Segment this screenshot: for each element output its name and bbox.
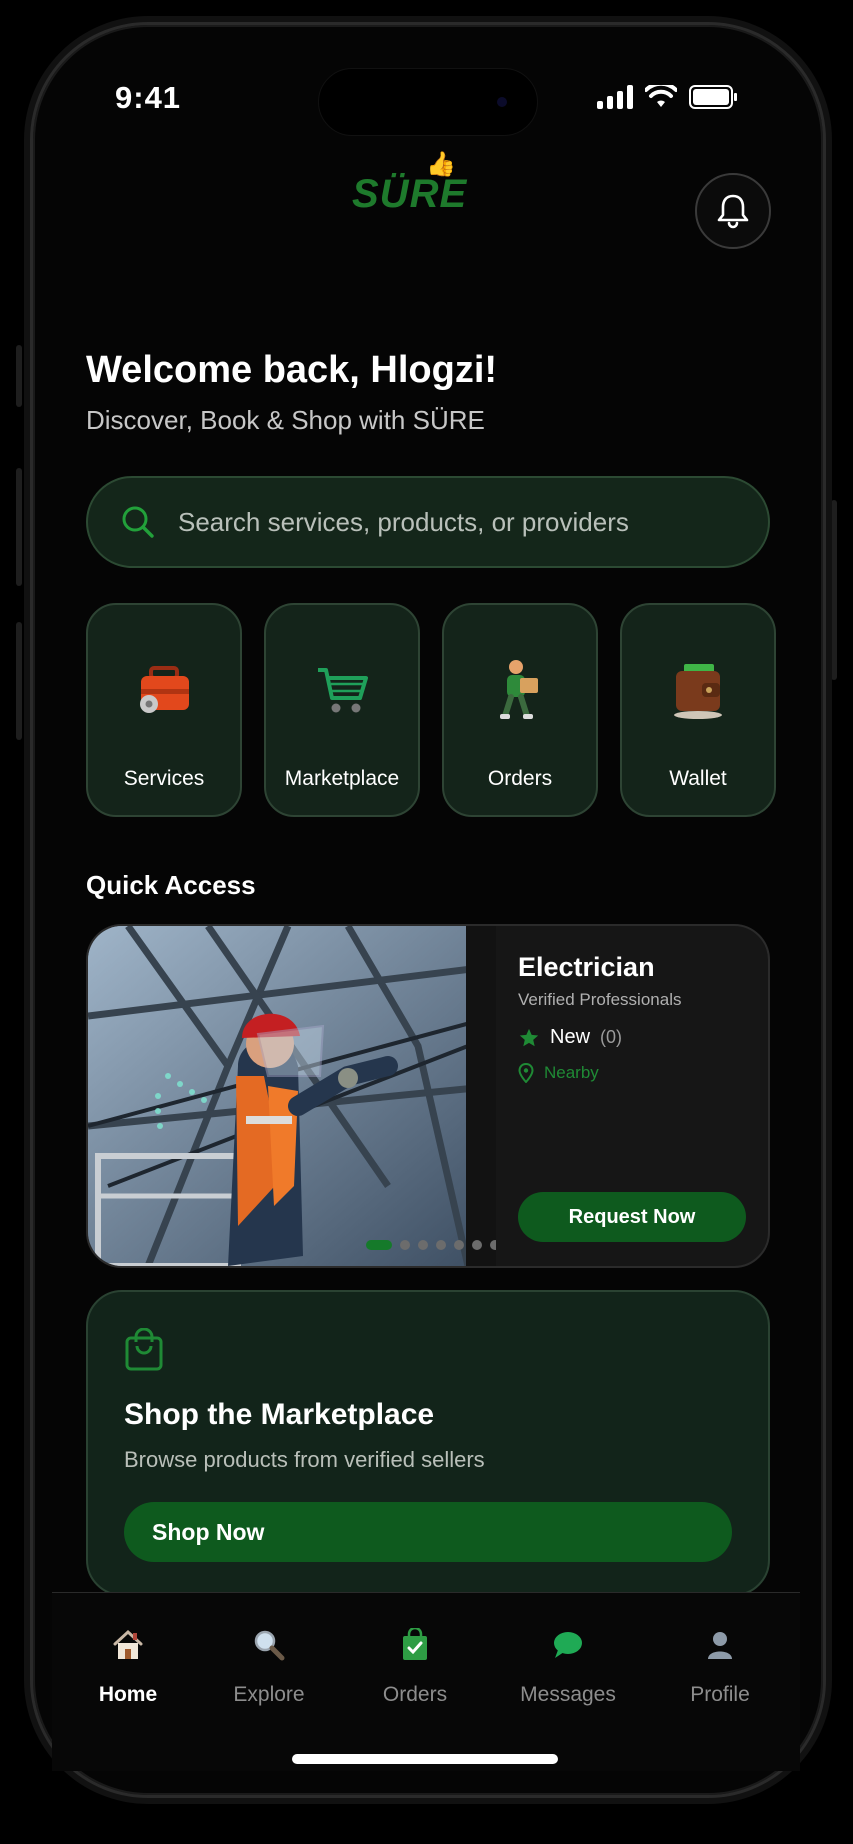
shop-title: Shop the Marketplace	[124, 1398, 435, 1431]
tile-orders[interactable]: Orders	[442, 603, 598, 817]
chat-bubble-icon	[498, 1625, 638, 1665]
camera-dot	[497, 97, 507, 107]
service-location: Nearby	[518, 1063, 599, 1083]
tile-marketplace[interactable]: Marketplace	[264, 603, 420, 817]
tab-label: Messages	[520, 1683, 616, 1706]
status-time: 9:41	[115, 80, 182, 115]
welcome-subtitle: Discover, Book & Shop with SÜRE	[86, 405, 485, 435]
house-icon	[58, 1625, 198, 1665]
carousel-dot[interactable]	[490, 1240, 496, 1250]
carousel-dot[interactable]	[418, 1240, 428, 1250]
carousel-dot[interactable]	[366, 1240, 392, 1250]
rating-label: New	[550, 1026, 591, 1048]
shop-subtitle: Browse products from verified sellers	[124, 1447, 485, 1472]
tab-home[interactable]: Home	[58, 1625, 198, 1707]
tile-wallet[interactable]: Wallet	[620, 603, 776, 817]
star-icon	[519, 1028, 539, 1046]
welcome-title: Welcome back, Hlogzi!	[86, 349, 498, 391]
shopping-cart-icon	[266, 645, 418, 735]
quick-access-title: Quick Access	[86, 870, 256, 900]
rating-count: (0)	[600, 1027, 623, 1047]
tab-label: Profile	[690, 1683, 750, 1706]
carousel-dot[interactable]	[472, 1240, 482, 1250]
dynamic-island	[318, 68, 538, 136]
search-input[interactable]	[176, 505, 740, 539]
service-subtitle: Verified Professionals	[518, 990, 682, 1009]
carousel-dots[interactable]	[366, 1240, 496, 1250]
search-icon	[118, 502, 158, 542]
notification-button[interactable]	[695, 173, 771, 249]
tile-label: Services	[123, 767, 205, 790]
tab-explore[interactable]: Explore	[199, 1625, 339, 1707]
shop-now-button[interactable]: Shop Now	[124, 1502, 732, 1562]
carousel-dot[interactable]	[400, 1240, 410, 1250]
tab-label: Home	[98, 1683, 158, 1706]
thumbs-up-icon: 👍	[426, 151, 457, 178]
tab-label: Explore	[233, 1683, 305, 1706]
tab-label: Orders	[382, 1683, 448, 1706]
wallet-icon	[622, 645, 774, 735]
tab-orders[interactable]: Orders	[345, 1625, 485, 1707]
tile-label: Wallet	[669, 767, 727, 790]
sure-logo: 👍 SÜRE	[352, 151, 467, 217]
action-button[interactable]	[16, 345, 22, 407]
toolbox-icon	[88, 645, 240, 735]
status-icons	[597, 85, 737, 109]
battery-icon	[689, 85, 737, 109]
tab-profile[interactable]: Profile	[650, 1625, 790, 1707]
shopping-bag-icon	[124, 1327, 164, 1377]
magnifier-icon	[199, 1625, 339, 1665]
volume-down-button[interactable]	[16, 622, 22, 740]
person-icon	[650, 1625, 790, 1665]
tile-services[interactable]: Services	[86, 603, 242, 817]
service-rating: New (0)	[518, 1026, 622, 1049]
power-button[interactable]	[831, 500, 837, 680]
shopping-bag-icon	[345, 1625, 485, 1665]
location-label: Nearby	[544, 1063, 599, 1082]
category-tiles: Services Marketplace Orders Wallet	[86, 603, 776, 817]
tab-messages[interactable]: Messages	[498, 1625, 638, 1707]
service-title: Electrician	[518, 952, 655, 982]
home-indicator[interactable]	[292, 1754, 558, 1764]
tab-bar: Home Explore Orders Messages Profile	[52, 1592, 800, 1771]
bell-icon	[717, 194, 749, 229]
tile-label: Marketplace	[284, 767, 400, 790]
tile-label: Orders	[487, 767, 553, 790]
search-bar[interactable]	[86, 476, 770, 568]
electrician-photo	[88, 926, 496, 1266]
volume-up-button[interactable]	[16, 468, 22, 586]
signal-icon	[597, 85, 633, 109]
delivery-person-icon	[444, 645, 596, 735]
carousel-dot[interactable]	[436, 1240, 446, 1250]
location-pin-icon	[518, 1063, 534, 1083]
request-now-button[interactable]: Request Now	[518, 1192, 746, 1242]
wifi-icon	[645, 85, 677, 107]
quick-access-card[interactable]: Electrician Verified Professionals New (…	[86, 924, 770, 1268]
carousel-dot[interactable]	[454, 1240, 464, 1250]
shop-marketplace-card: Shop the Marketplace Browse products fro…	[86, 1290, 770, 1596]
